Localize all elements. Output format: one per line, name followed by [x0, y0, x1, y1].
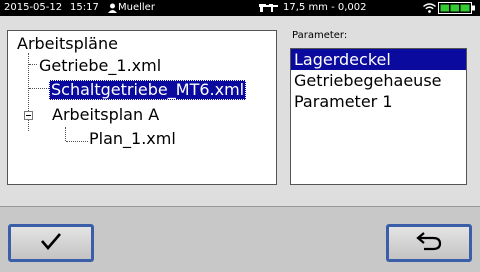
- parameter-item[interactable]: Getriebegehaeuse: [291, 70, 466, 91]
- tree-connector: [29, 64, 37, 65]
- battery-icon: [438, 2, 476, 14]
- return-arrow-icon: [415, 231, 443, 255]
- parameter-list[interactable]: Lagerdeckel Getriebegehaeuse Parameter 1: [290, 48, 467, 185]
- tree-node-schaltgetriebe[interactable]: Schaltgetriebe_MT6.xml: [49, 80, 247, 100]
- status-measurement: 17,5 mm - 0,002: [283, 2, 367, 13]
- tree-node-arbeitsplan-a[interactable]: Arbeitsplan A: [52, 105, 159, 125]
- back-button[interactable]: [386, 224, 472, 262]
- tree-connector: [65, 127, 66, 141]
- work-plan-tree[interactable]: Arbeitspläne Getriebe_1.xml Schaltgetrie…: [7, 30, 277, 185]
- user-icon: [108, 3, 117, 13]
- parameter-item[interactable]: Lagerdeckel: [291, 49, 466, 70]
- tree-connector: [29, 88, 49, 89]
- tree-node-root[interactable]: Arbeitspläne: [17, 34, 118, 54]
- status-time: 15:17: [70, 2, 99, 13]
- caliper-icon: [258, 3, 278, 13]
- status-bar: 2015-05-12 15:17 Mueller 17,5 mm - 0,002: [0, 0, 480, 16]
- tree-node-getriebe[interactable]: Getriebe_1.xml: [39, 56, 161, 76]
- minus-expander-icon[interactable]: [24, 111, 33, 120]
- confirm-button[interactable]: [8, 224, 94, 262]
- tree-node-plan-1[interactable]: Plan_1.xml: [89, 129, 176, 149]
- checkmark-icon: [39, 231, 63, 255]
- parameter-label: Parameter:: [292, 30, 348, 41]
- tree-connector: [66, 141, 88, 142]
- wifi-icon: [423, 3, 436, 13]
- status-date: 2015-05-12: [4, 2, 63, 13]
- parameter-item[interactable]: Parameter 1: [291, 91, 466, 112]
- status-user: Mueller: [118, 2, 155, 13]
